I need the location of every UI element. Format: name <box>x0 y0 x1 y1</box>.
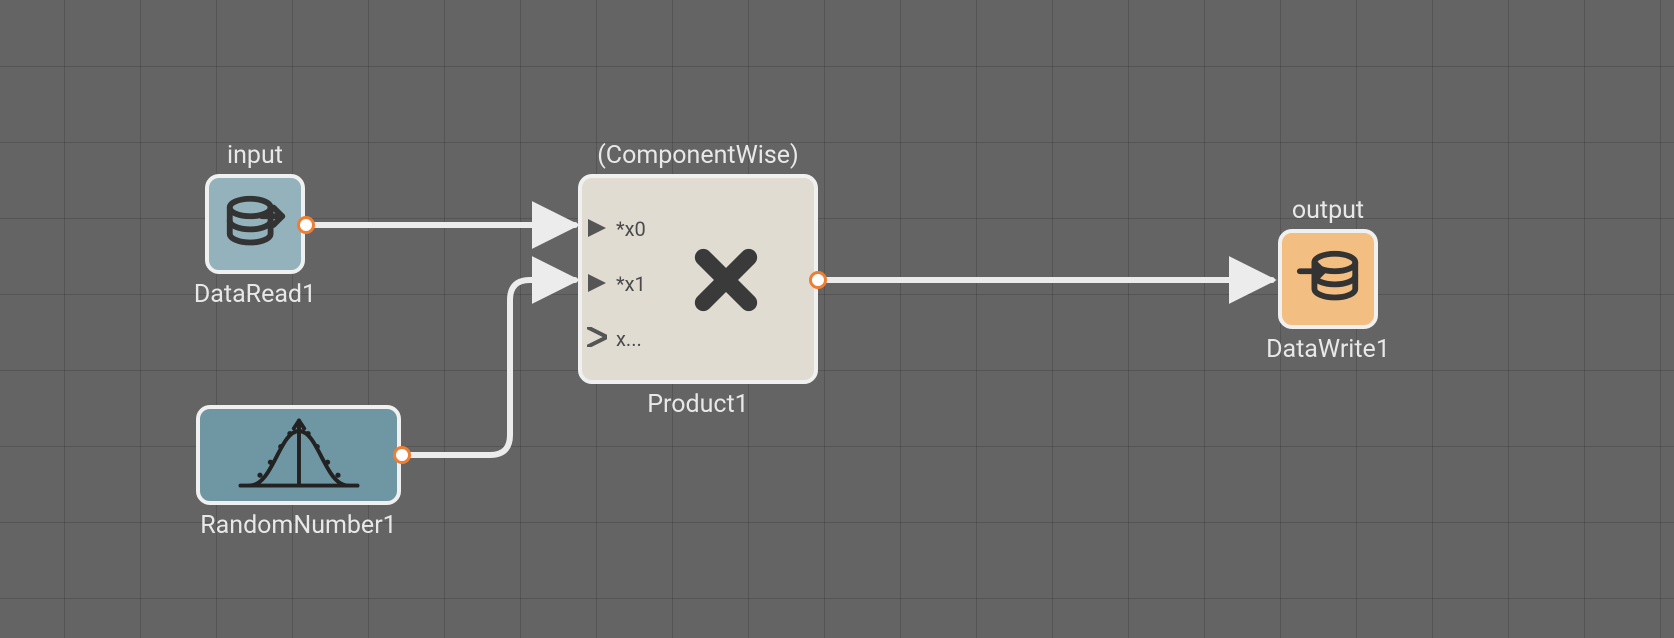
node-datawrite-label: DataWrite1 <box>1258 335 1398 364</box>
node-datawrite[interactable] <box>1278 229 1378 329</box>
database-import-icon <box>221 190 291 260</box>
port-randomnumber-out[interactable] <box>393 446 411 464</box>
node-product-title: (ComponentWise) <box>578 141 818 170</box>
node-datawrite-title: output <box>1278 196 1378 225</box>
inport-x1-arrow <box>588 274 606 292</box>
node-dataread[interactable] <box>205 174 305 274</box>
port-dataread-out[interactable] <box>297 216 315 234</box>
inport-xmore-label: x... <box>616 327 642 351</box>
graph-canvas[interactable]: input DataRead1 <box>0 0 1674 638</box>
node-dataread-label: DataRead1 <box>175 280 335 309</box>
inport-x0-label: *x0 <box>616 217 646 241</box>
node-product-label: Product1 <box>578 390 818 419</box>
port-product-out[interactable] <box>809 271 827 289</box>
inport-x1-label: *x1 <box>616 272 646 296</box>
database-export-icon <box>1294 245 1364 315</box>
inport-x0-arrow <box>588 219 606 237</box>
multiply-icon <box>692 246 760 314</box>
distribution-icon <box>234 417 364 497</box>
node-randomnumber-label: RandomNumber1 <box>186 511 411 540</box>
node-randomnumber[interactable] <box>196 405 401 505</box>
inport-xmore-arrow <box>587 327 607 347</box>
node-product[interactable]: *x0 *x1 x... <box>578 174 818 384</box>
node-dataread-title: input <box>205 141 305 170</box>
wires-layer <box>0 0 1674 638</box>
